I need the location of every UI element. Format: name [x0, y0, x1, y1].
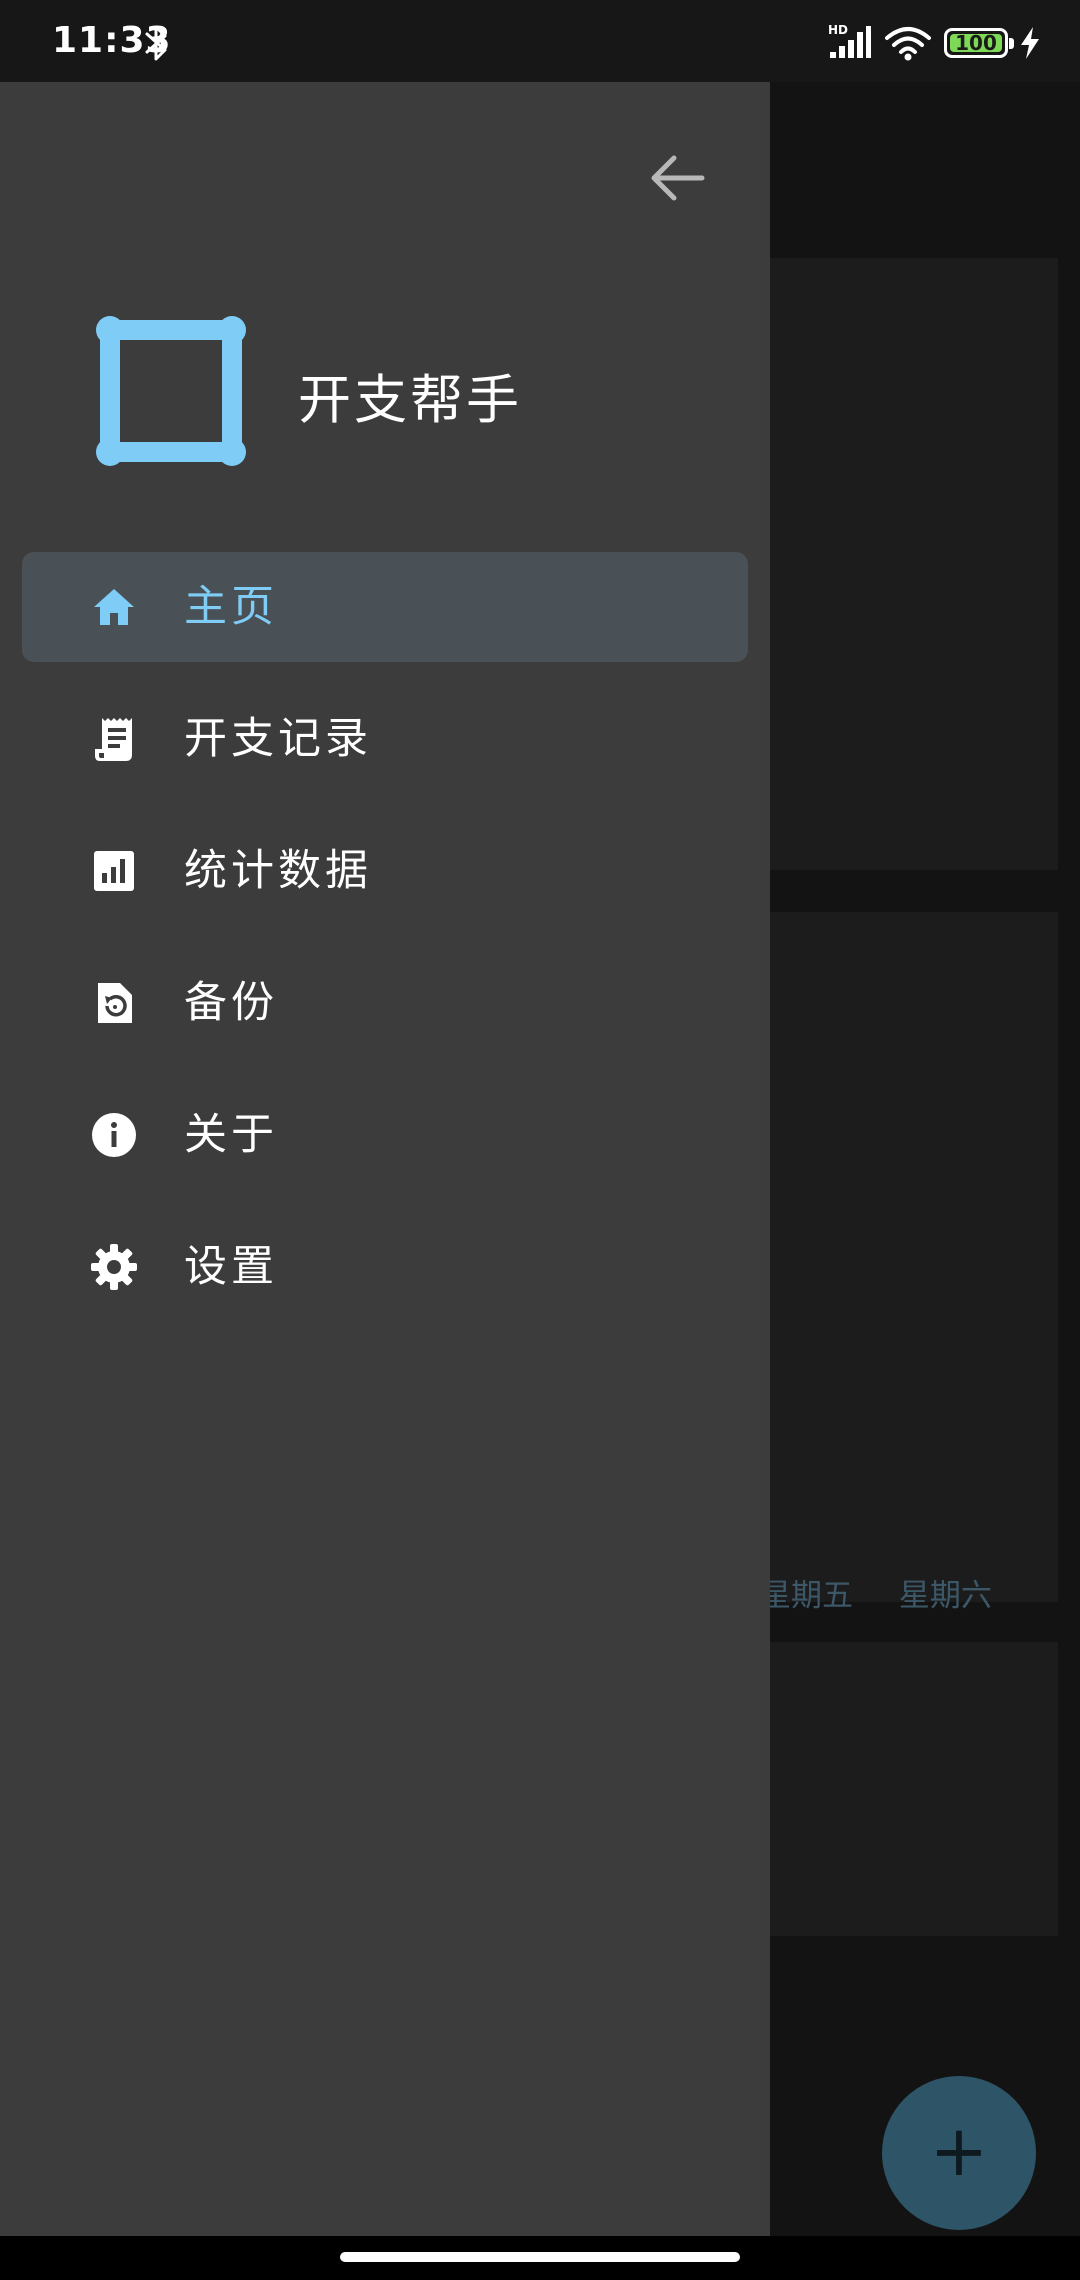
weekday-label: 星期六: [898, 1578, 992, 1614]
nav-item-home[interactable]: 主页: [22, 552, 748, 662]
background-card: [740, 258, 1058, 870]
weekday-label: 星期五: [760, 1578, 853, 1614]
status-bar: 11:33 HD 100: [0, 0, 1080, 82]
close-drawer-button[interactable]: [640, 140, 716, 216]
bluetooth-icon: [145, 25, 167, 61]
weekday-row: 星期五 星期六: [760, 1570, 1028, 1615]
background-card: [740, 912, 1058, 1602]
nav-item-settings[interactable]: 设置: [22, 1212, 748, 1322]
wifi-icon: [885, 27, 931, 61]
nav-item-statistics[interactable]: 统计数据: [22, 816, 748, 926]
nav-item-about[interactable]: 关于: [22, 1080, 748, 1190]
home-indicator[interactable]: [340, 2252, 740, 2262]
add-expense-fab[interactable]: +: [882, 2076, 1036, 2230]
home-icon: [94, 589, 134, 625]
nav-item-label: 设置: [184, 1242, 278, 1292]
app-screen: 11:33 HD 100 星期五 星期六 + 开支帮手 主页 开支记录 统计数据…: [0, 0, 1080, 2280]
gesture-nav-bar: [0, 2236, 1080, 2280]
background-card: [740, 1642, 1058, 1936]
square-logo-icon: [96, 316, 246, 466]
bar-chart-icon: [94, 851, 134, 891]
info-icon: [92, 1113, 136, 1157]
nav-item-label: 关于: [184, 1110, 278, 1160]
backup-file-icon: [98, 983, 132, 1023]
cell-signal-icon: HD: [828, 23, 871, 58]
navigation-drawer: 开支帮手 主页 开支记录 统计数据 备份 关于 设置: [0, 82, 770, 2236]
nav-item-label: 统计数据: [184, 846, 372, 896]
nav-item-backup[interactable]: 备份: [22, 948, 748, 1058]
receipt-icon: [95, 718, 132, 761]
network-badge: HD: [828, 23, 848, 37]
charging-bolt-icon: [1021, 27, 1039, 59]
nav-item-label: 开支记录: [184, 714, 372, 764]
nav-item-label: 备份: [184, 978, 278, 1028]
nav-item-label: 主页: [184, 582, 278, 632]
battery-icon: 100: [944, 28, 1014, 58]
gear-icon: [91, 1244, 137, 1290]
app-name: 开支帮手: [298, 370, 522, 431]
arrow-left-icon: [651, 155, 705, 201]
nav-menu: 主页 开支记录 统计数据 备份 关于 设置: [22, 552, 748, 1344]
nav-item-expense-records[interactable]: 开支记录: [22, 684, 748, 794]
battery-level: 100: [955, 31, 997, 55]
